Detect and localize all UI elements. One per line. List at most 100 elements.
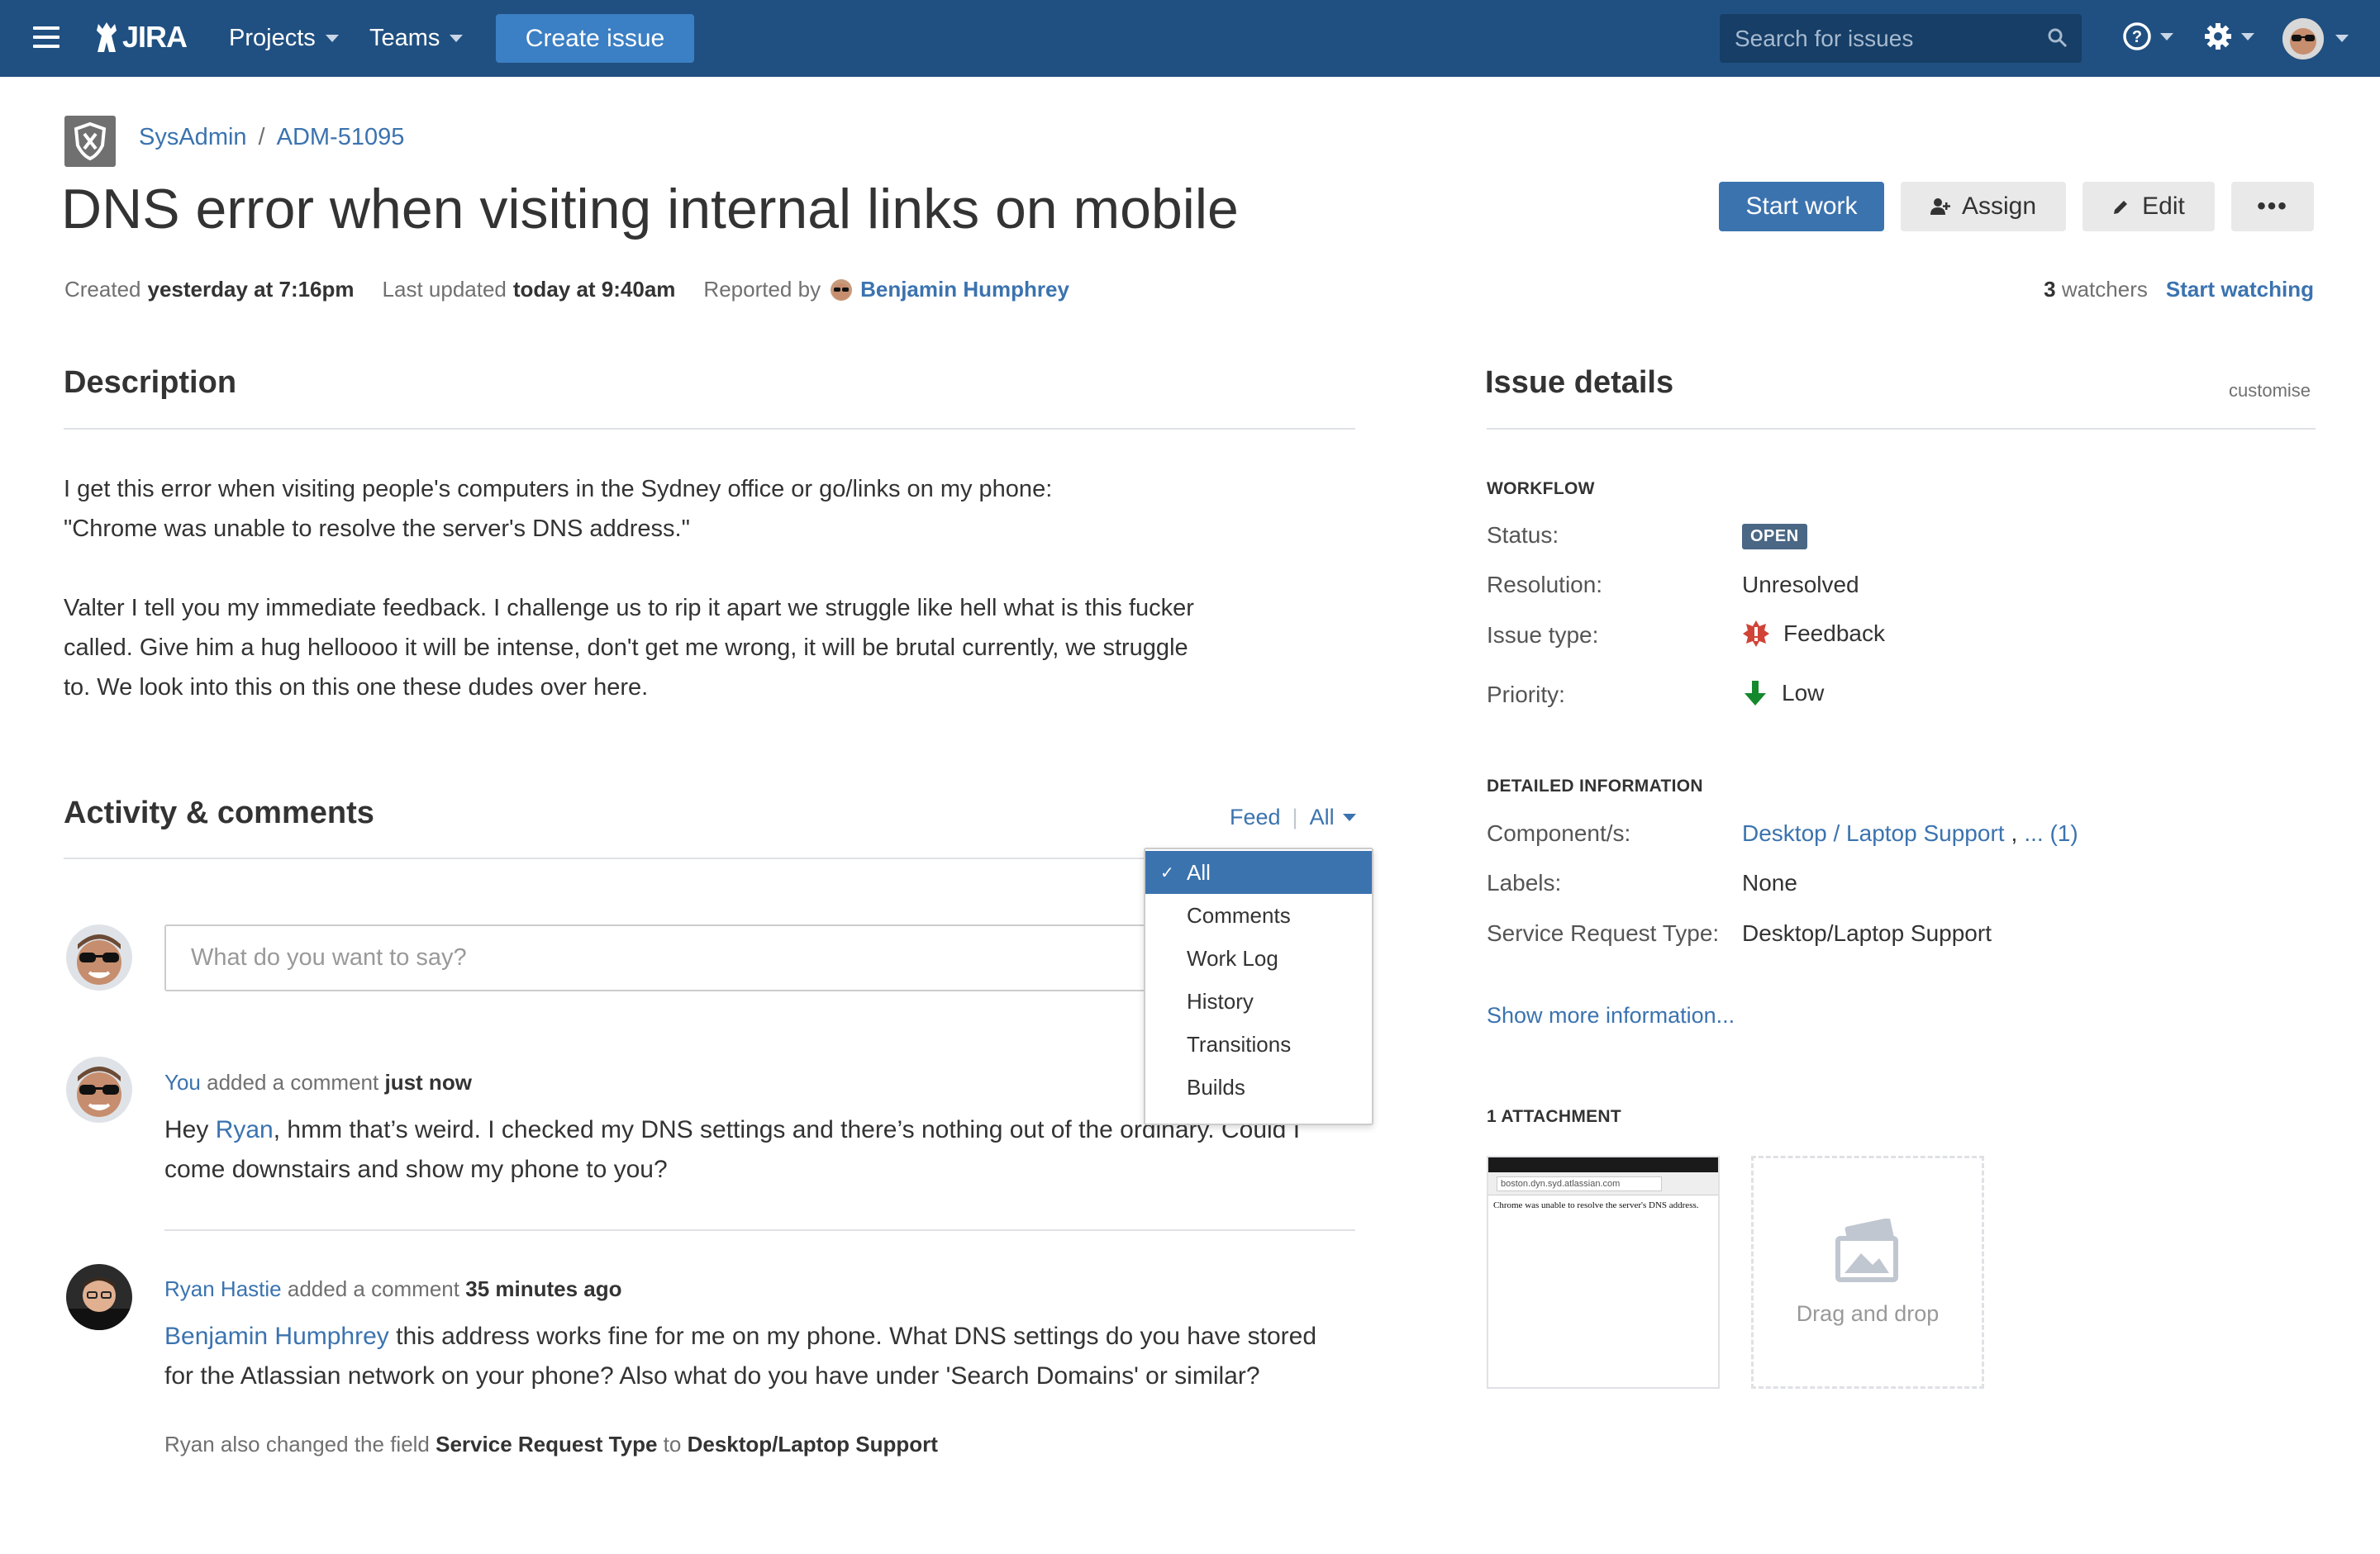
issue-type-value[interactable]: Feedback (1742, 620, 1885, 648)
description-line: I get this error when visiting people's … (64, 476, 1053, 502)
note-value: Desktop/Laptop Support (687, 1432, 938, 1457)
comment-action: added a comment (207, 1070, 379, 1095)
customise-link[interactable]: customise (2229, 380, 2311, 402)
option-label: Builds (1187, 1074, 1245, 1100)
shield-icon (74, 121, 107, 161)
show-more-information-link[interactable]: Show more information... (1487, 1003, 1735, 1029)
resolution-label: Resolution: (1487, 572, 1603, 597)
watchers-count[interactable]: 3 watchers (2044, 277, 2148, 302)
comment-author-avatar[interactable] (66, 1057, 132, 1123)
comment-author-avatar[interactable] (66, 1264, 132, 1330)
note-text: to (657, 1432, 688, 1457)
comment-time[interactable]: 35 minutes ago (465, 1276, 621, 1301)
avatar-image-icon (833, 283, 850, 300)
chevron-down-icon (450, 35, 464, 42)
component-comma: , (2011, 820, 2018, 846)
filter-dropdown-trigger[interactable]: All (1310, 805, 1356, 830)
resolution-text: Unresolved (1742, 572, 1859, 597)
service-request-type-value[interactable]: Desktop/Laptop Support (1742, 920, 1992, 947)
updated-value: today at 9:40am (512, 277, 676, 302)
component-link[interactable]: Desktop / Laptop Support (1742, 820, 2005, 847)
more-components-link[interactable]: ... (1) (2024, 820, 2078, 847)
watchers: 3 watchers Start watching (2044, 277, 2314, 302)
comment-header: You added a comment just now (164, 1070, 472, 1095)
chevron-down-icon (325, 35, 339, 42)
logo-text: JIRA (122, 20, 188, 54)
settings-menu[interactable] (2203, 21, 2254, 51)
filter-option-comments[interactable]: Comments (1145, 894, 1372, 937)
thumbnail-address-bar: boston.dyn.syd.atlassian.com (1488, 1172, 1718, 1195)
labels-value[interactable]: None (1742, 870, 1797, 896)
thumbnail-status-bar (1488, 1157, 1718, 1172)
priority-value[interactable]: Low (1742, 679, 1824, 707)
divider (64, 428, 1355, 430)
filter-option-history[interactable]: History (1145, 980, 1372, 1023)
projects-menu[interactable]: Projects (229, 25, 339, 52)
status-label: Status: (1487, 522, 1559, 548)
thumbnail-text: Chrome was unable to resolve the server'… (1493, 1200, 1699, 1210)
assign-label: Assign (1961, 192, 2037, 220)
create-issue-button[interactable]: Create issue (496, 14, 694, 63)
filter-option-transitions[interactable]: Transitions (1145, 1023, 1372, 1066)
comment-text: come downstairs and show my phone to you… (164, 1156, 668, 1183)
jira-logo-mark-icon (97, 22, 117, 52)
issue-type-text: Feedback (1783, 620, 1885, 646)
option-label: History (1187, 988, 1254, 1014)
menu-icon[interactable] (33, 26, 60, 50)
attachment-dropzone[interactable]: Drag and drop (1751, 1156, 1984, 1389)
chevron-down-icon[interactable] (2335, 35, 2349, 42)
status-value[interactable]: OPEN (1742, 524, 1807, 549)
edit-button[interactable]: Edit (2082, 182, 2215, 231)
teams-menu[interactable]: Teams (369, 25, 464, 52)
project-avatar-icon[interactable] (64, 116, 116, 167)
components-label: Component/s: (1487, 820, 1631, 846)
filter-label: All (1309, 805, 1335, 829)
description-line: Valter I tell you my immediate feedback.… (64, 595, 1194, 621)
description-heading: Description (64, 365, 237, 400)
mention-link[interactable]: Ryan (216, 1116, 274, 1143)
avatar-image-icon (66, 1057, 132, 1123)
image-upload-icon (1835, 1218, 1898, 1282)
avatar-image-icon (66, 924, 132, 991)
more-actions-button[interactable]: ••• (2231, 182, 2314, 231)
comment-header: Ryan Hastie added a comment 35 minutes a… (164, 1276, 622, 1302)
reporter-link[interactable]: Benjamin Humphrey (860, 277, 1069, 302)
divider (164, 1229, 1355, 1231)
filter-option-work-log[interactable]: Work Log (1145, 937, 1372, 980)
current-user-avatar (66, 924, 132, 991)
feed-link[interactable]: Feed (1230, 805, 1281, 830)
comment-author-link[interactable]: You (164, 1070, 201, 1095)
resolution-value: Unresolved (1742, 572, 1859, 598)
description-line: "Chrome was unable to resolve the server… (64, 516, 690, 542)
divider (1487, 428, 2316, 430)
attachment-heading: 1 ATTACHMENT (1487, 1107, 1622, 1126)
filter-option-all[interactable]: ✓ All (1145, 851, 1372, 894)
jira-logo[interactable]: JIRA (94, 17, 188, 58)
avatar-image-icon (2282, 18, 2324, 59)
option-label: Transitions (1187, 1031, 1292, 1057)
attachment-thumbnail[interactable]: boston.dyn.syd.atlassian.com Chrome was … (1487, 1156, 1720, 1389)
user-avatar[interactable] (2282, 18, 2324, 59)
start-watching-link[interactable]: Start watching (2166, 277, 2314, 302)
mention-link[interactable]: Benjamin Humphrey (164, 1323, 389, 1350)
chevron-down-icon (1342, 814, 1356, 821)
help-icon: ? (2123, 22, 2151, 50)
srt-text: Desktop/Laptop Support (1742, 920, 1992, 946)
search-input[interactable]: Search for issues (1720, 14, 2082, 63)
watchers-label: watchers (2061, 277, 2148, 302)
status-lozenge: OPEN (1742, 524, 1807, 549)
assign-button[interactable]: Assign (1901, 182, 2066, 231)
comment-time[interactable]: just now (384, 1070, 471, 1095)
detailed-info-heading: DETAILED INFORMATION (1487, 777, 1703, 796)
workflow-heading: WORKFLOW (1487, 479, 1595, 498)
comment-author-link[interactable]: Ryan Hastie (164, 1276, 282, 1301)
service-request-type-label: Service Request Type: (1487, 920, 1720, 946)
breadcrumb-issue-key-link[interactable]: ADM-51095 (277, 124, 405, 151)
help-menu[interactable]: ? (2122, 21, 2173, 51)
labels-text: None (1742, 870, 1797, 896)
issue-title[interactable]: DNS error when visiting internal links o… (61, 177, 1239, 241)
description-body[interactable]: I get this error when visiting people's … (64, 469, 1254, 747)
filter-option-builds[interactable]: Builds (1145, 1066, 1372, 1109)
breadcrumb-project-link[interactable]: SysAdmin (139, 124, 247, 151)
start-work-button[interactable]: Start work (1719, 182, 1884, 231)
